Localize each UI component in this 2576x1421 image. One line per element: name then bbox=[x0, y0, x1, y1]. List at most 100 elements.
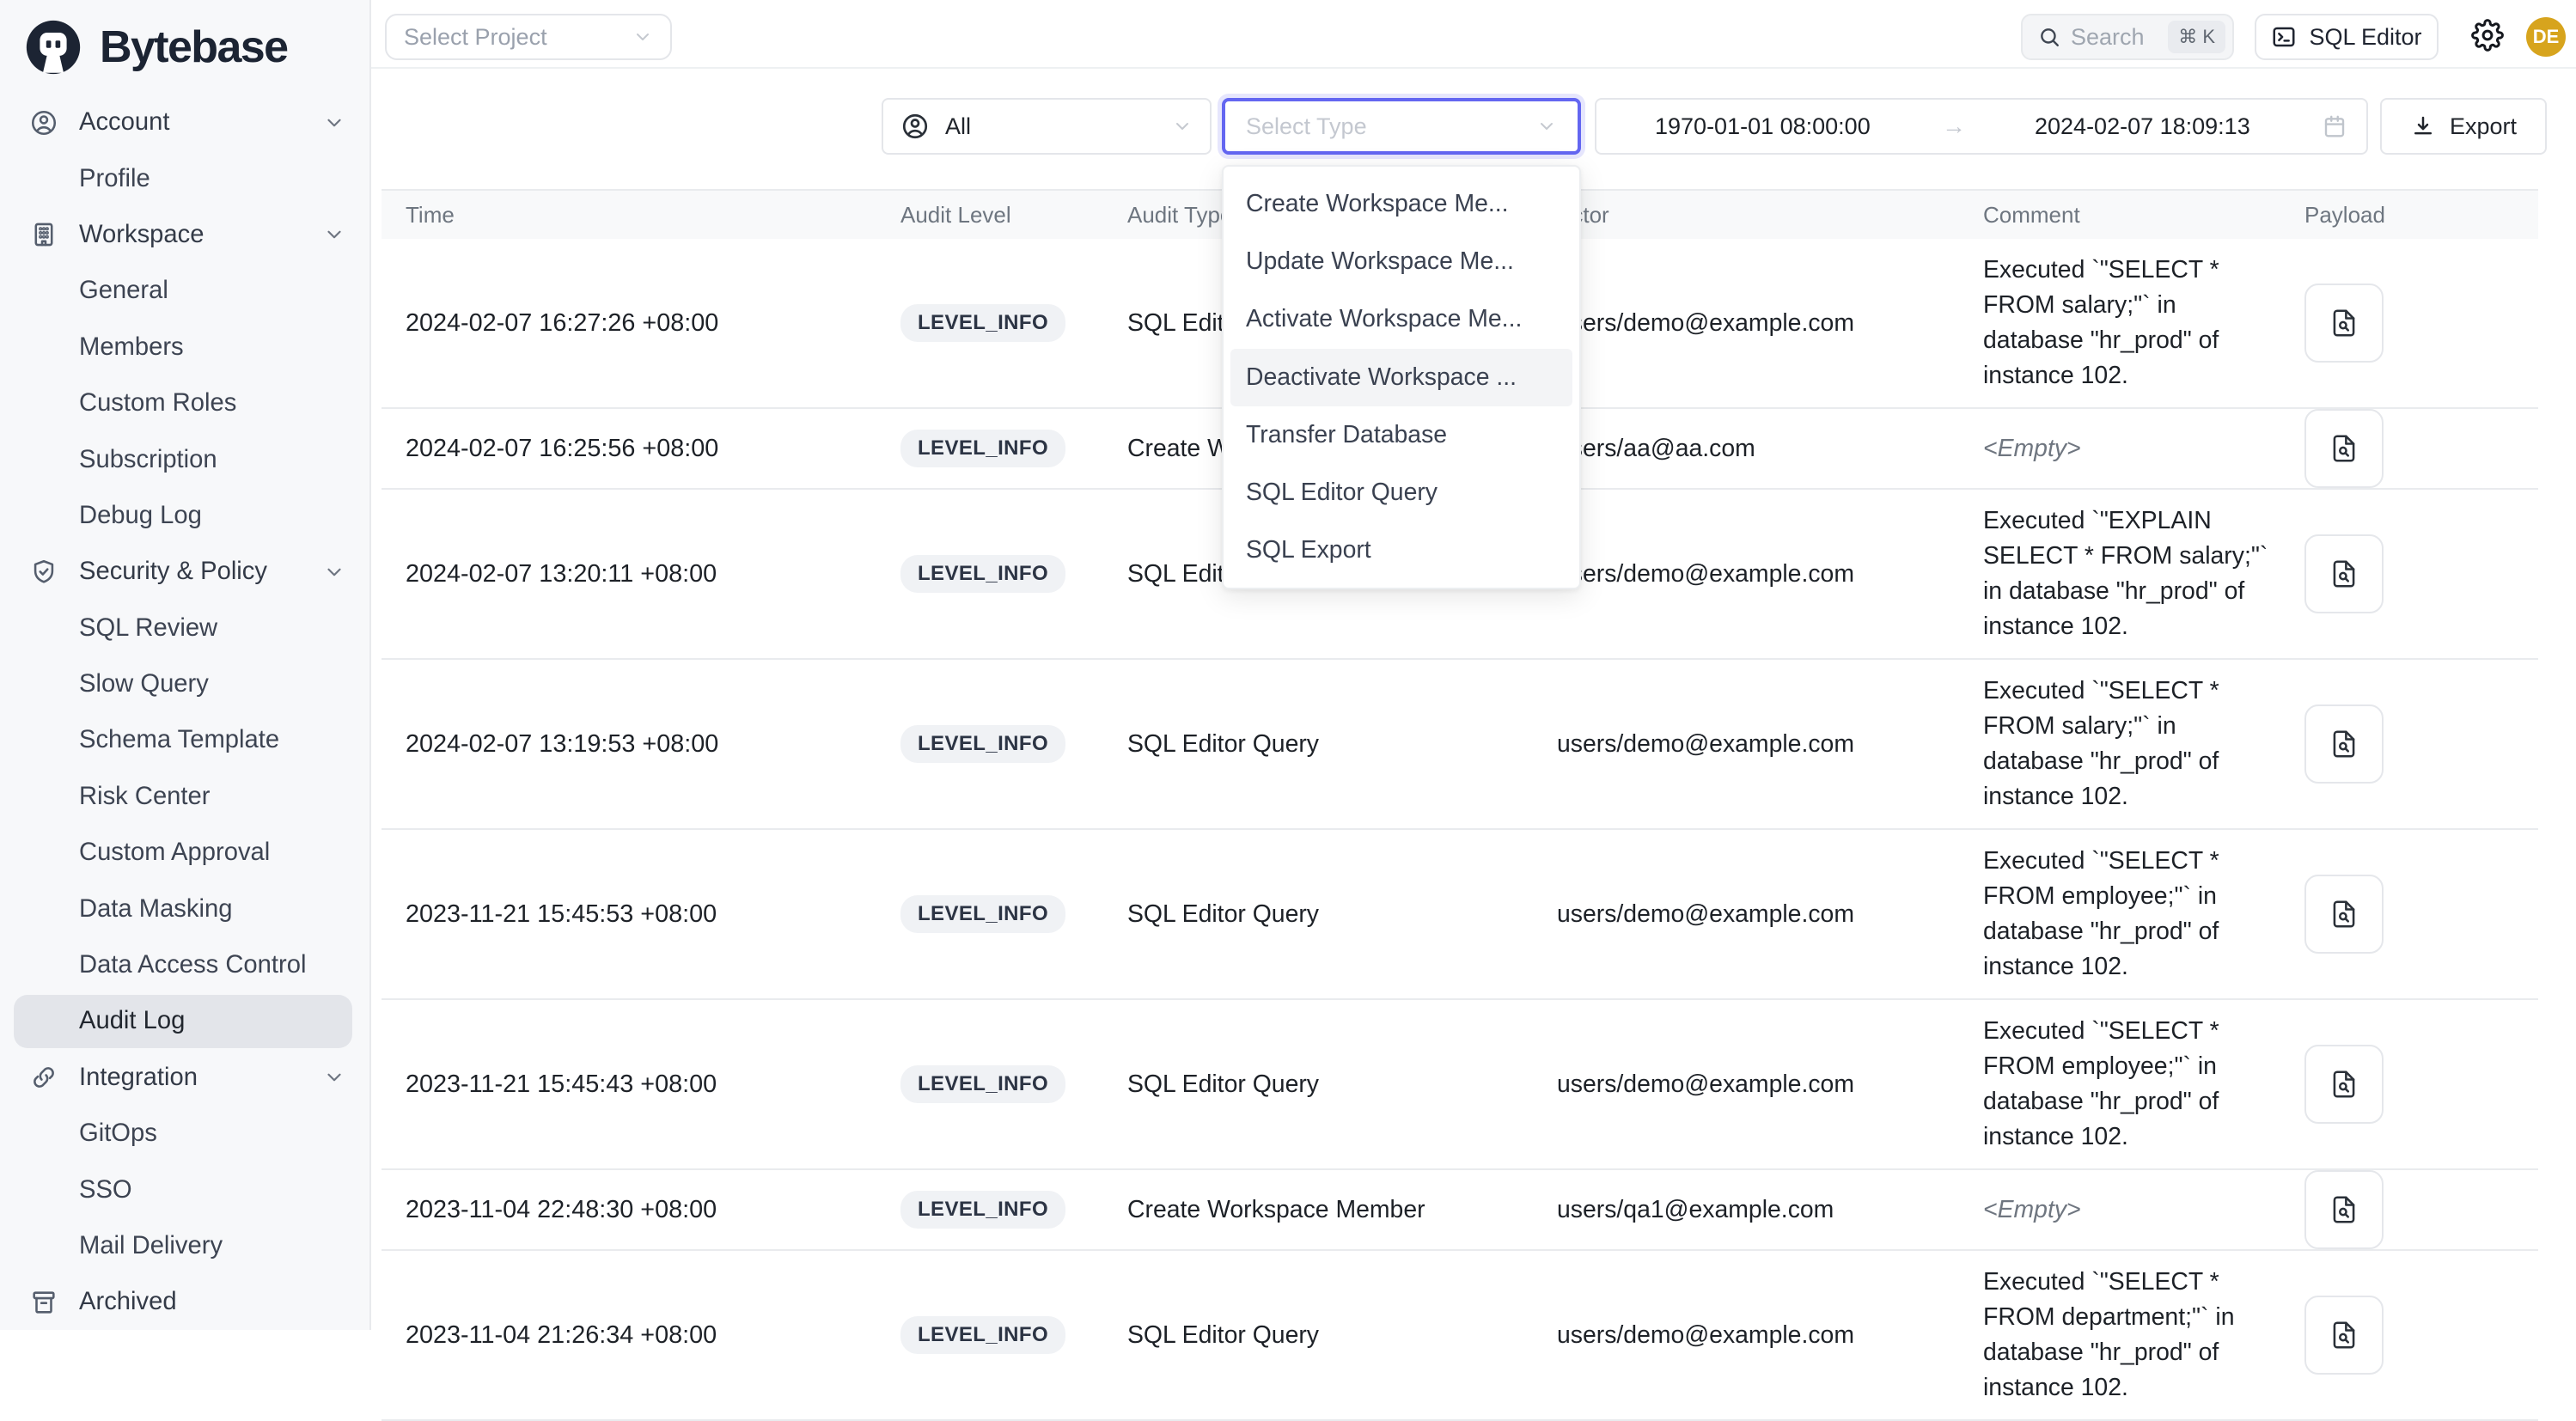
sidebar-item-slow-query[interactable]: Slow Query bbox=[0, 656, 369, 712]
sidebar-item-subscription[interactable]: Subscription bbox=[0, 431, 369, 487]
type-menu-item-sql-export[interactable]: SQL Export bbox=[1224, 521, 1579, 579]
sidebar-item-mail-delivery[interactable]: Mail Delivery bbox=[0, 1218, 369, 1274]
audit-actor: users/demo@example.com bbox=[1557, 309, 1983, 338]
brand-logo[interactable]: Bytebase bbox=[0, 0, 369, 82]
sidebar-nav: Account Profile Workspace General Members Cus… bbox=[0, 95, 369, 1331]
date-to-value[interactable]: 2024-02-07 18:09:13 bbox=[2035, 113, 2250, 140]
audit-actor: users/demo@example.com bbox=[1557, 900, 1983, 929]
file-search-icon bbox=[2328, 432, 2360, 465]
audit-level-badge: LEVEL_INFO bbox=[900, 895, 1065, 933]
avatar[interactable]: DE bbox=[2526, 17, 2566, 57]
sidebar-item-security-policy[interactable]: Security & Policy bbox=[0, 544, 369, 600]
sidebar-item-workspace[interactable]: Workspace bbox=[0, 207, 369, 263]
terminal-icon bbox=[2271, 24, 2297, 50]
audit-actor: users/demo@example.com bbox=[1557, 560, 1983, 589]
sidebar-item-label: Account bbox=[79, 108, 169, 137]
sidebar-item-label: Subscription bbox=[79, 446, 217, 474]
sidebar-item-debug-log[interactable]: Debug Log bbox=[0, 488, 369, 544]
audit-level-cell: LEVEL_INFO bbox=[900, 895, 1127, 933]
audit-level-badge: LEVEL_INFO bbox=[900, 1316, 1065, 1354]
payload-cell bbox=[2304, 1296, 2538, 1375]
audit-level-cell: LEVEL_INFO bbox=[900, 555, 1127, 593]
payload-view-button[interactable] bbox=[2304, 1296, 2384, 1375]
column-header-comment: Comment bbox=[1983, 202, 2304, 229]
audit-time: 2024-02-07 16:27:26 +08:00 bbox=[406, 309, 900, 338]
sidebar-item-audit-log[interactable]: Audit Log bbox=[0, 993, 369, 1049]
audit-log-row: 2023-11-04 21:26:34 +08:00LEVEL_INFOSQL … bbox=[382, 1251, 2538, 1421]
arrow-right-icon: → bbox=[1942, 113, 1966, 140]
type-menu-item-sql-editor-query[interactable]: SQL Editor Query bbox=[1224, 464, 1579, 521]
sidebar-item-label: Audit Log bbox=[79, 1007, 185, 1035]
type-menu-item-update-workspace-me[interactable]: Update Workspace Me... bbox=[1224, 233, 1579, 290]
type-filter-select[interactable]: Select Type bbox=[1222, 98, 1581, 155]
actor-filter-select[interactable]: All bbox=[882, 98, 1212, 155]
sidebar-item-label: Members bbox=[79, 333, 184, 362]
chevron-down-icon bbox=[323, 1066, 345, 1089]
chevron-down-icon bbox=[1536, 116, 1557, 137]
chevron-down-icon bbox=[323, 223, 345, 246]
sidebar-item-members[interactable]: Members bbox=[0, 320, 369, 375]
person-circle-icon bbox=[29, 108, 58, 137]
payload-view-button[interactable] bbox=[2304, 704, 2384, 784]
audit-log-row: 2024-02-07 13:19:53 +08:00LEVEL_INFOSQL … bbox=[382, 660, 2538, 830]
calendar-icon bbox=[2322, 113, 2347, 139]
payload-view-button[interactable] bbox=[2304, 1170, 2384, 1249]
sidebar-item-archived[interactable]: Archived bbox=[0, 1274, 369, 1330]
sidebar-item-label: Custom Approval bbox=[79, 839, 270, 867]
audit-log-row: 2023-11-04 22:48:30 +08:00LEVEL_INFOCrea… bbox=[382, 1170, 2538, 1251]
payload-view-button[interactable] bbox=[2304, 875, 2384, 954]
payload-view-button[interactable] bbox=[2304, 534, 2384, 613]
sql-editor-button[interactable]: SQL Editor bbox=[2255, 14, 2439, 60]
link-icon bbox=[29, 1063, 58, 1092]
sidebar-item-data-access-control[interactable]: Data Access Control bbox=[0, 937, 369, 993]
actor-filter-value: All bbox=[945, 113, 1157, 140]
sidebar-item-custom-approval[interactable]: Custom Approval bbox=[0, 825, 369, 881]
column-header-payload: Payload bbox=[2304, 202, 2538, 229]
sidebar-item-account[interactable]: Account bbox=[0, 95, 369, 150]
project-select[interactable]: Select Project bbox=[385, 14, 672, 60]
payload-view-button[interactable] bbox=[2304, 284, 2384, 363]
type-menu-item-transfer-database[interactable]: Transfer Database bbox=[1224, 406, 1579, 464]
type-menu-item-activate-workspace-me[interactable]: Activate Workspace Me... bbox=[1224, 290, 1579, 348]
sidebar-item-risk-center[interactable]: Risk Center bbox=[0, 769, 369, 825]
audit-type: SQL Editor Query bbox=[1127, 900, 1557, 929]
date-range-picker[interactable]: 1970-01-01 08:00:00 → 2024-02-07 18:09:1… bbox=[1595, 98, 2368, 155]
audit-time: 2024-02-07 13:20:11 +08:00 bbox=[406, 560, 900, 589]
payload-cell bbox=[2304, 409, 2538, 488]
search-placeholder: Search bbox=[2071, 24, 2158, 51]
sidebar-item-label: GitOps bbox=[79, 1119, 157, 1148]
sidebar-item-label: Data Access Control bbox=[79, 951, 306, 979]
sidebar-item-label: General bbox=[79, 277, 168, 305]
gear-icon[interactable] bbox=[2471, 19, 2504, 52]
audit-time: 2024-02-07 16:25:56 +08:00 bbox=[406, 435, 900, 463]
sidebar-item-label: Mail Delivery bbox=[79, 1232, 223, 1260]
column-header-time: Time bbox=[406, 202, 900, 229]
shield-check-icon bbox=[29, 558, 58, 587]
sidebar-item-schema-template[interactable]: Schema Template bbox=[0, 712, 369, 768]
date-from-value[interactable]: 1970-01-01 08:00:00 bbox=[1655, 113, 1871, 140]
file-search-icon bbox=[2328, 728, 2360, 760]
type-menu-item-deactivate-workspace[interactable]: Deactivate Workspace ... bbox=[1230, 349, 1572, 406]
export-button[interactable]: Export bbox=[2380, 98, 2547, 155]
chevron-down-icon bbox=[323, 561, 345, 583]
file-search-icon bbox=[2328, 1068, 2360, 1101]
sidebar-item-label: SQL Review bbox=[79, 614, 217, 643]
sidebar-item-gitops[interactable]: GitOps bbox=[0, 1106, 369, 1162]
archive-icon bbox=[29, 1288, 58, 1317]
payload-view-button[interactable] bbox=[2304, 409, 2384, 488]
search-input[interactable]: Search ⌘ K bbox=[2021, 14, 2234, 60]
audit-time: 2023-11-04 21:26:34 +08:00 bbox=[406, 1321, 900, 1350]
sidebar-item-general[interactable]: General bbox=[0, 263, 369, 319]
sidebar-item-custom-roles[interactable]: Custom Roles bbox=[0, 375, 369, 431]
sidebar-item-sql-review[interactable]: SQL Review bbox=[0, 601, 369, 656]
sidebar-item-data-masking[interactable]: Data Masking bbox=[0, 881, 369, 936]
sidebar-item-sso[interactable]: SSO bbox=[0, 1162, 369, 1217]
type-filter-placeholder: Select Type bbox=[1246, 113, 1536, 140]
sidebar-item-integration[interactable]: Integration bbox=[0, 1050, 369, 1106]
sidebar-item-label: Profile bbox=[79, 165, 150, 193]
type-menu-item-create-workspace-me[interactable]: Create Workspace Me... bbox=[1224, 175, 1579, 233]
sidebar: Bytebase Account Profile Workspace General M… bbox=[0, 0, 371, 1330]
sidebar-item-profile[interactable]: Profile bbox=[0, 150, 369, 206]
audit-log-row: 2023-11-21 15:45:53 +08:00LEVEL_INFOSQL … bbox=[382, 830, 2538, 1000]
payload-view-button[interactable] bbox=[2304, 1045, 2384, 1124]
